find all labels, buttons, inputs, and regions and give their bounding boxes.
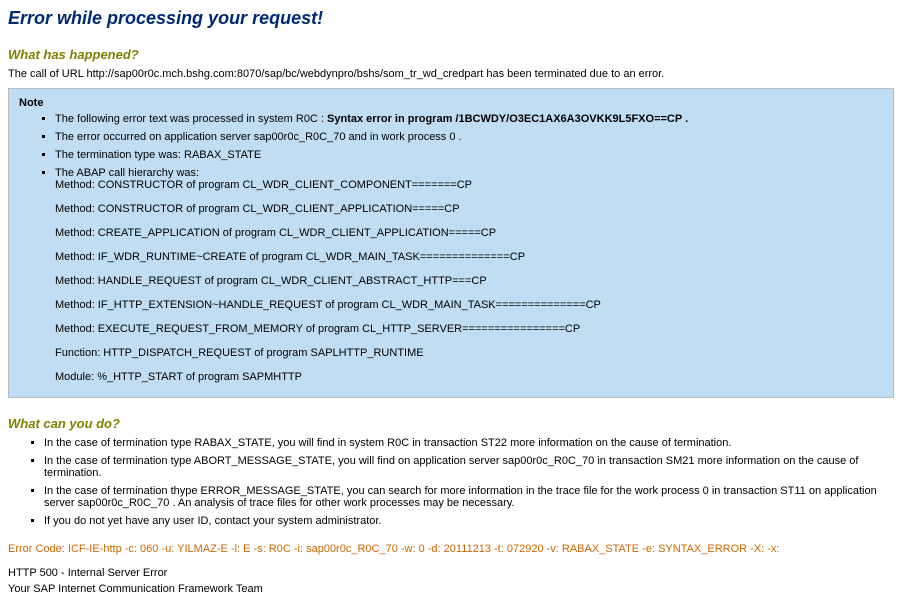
note-item-text: The ABAP call hierarchy was: xyxy=(55,167,199,179)
hierarchy-line: Module: %_HTTP_START of program SAPMHTTP xyxy=(55,371,883,383)
note-item-bold: Syntax error in program /1BCWDY/O3EC1AX6… xyxy=(327,113,688,125)
what-can-you-do-item: In the case of termination thype ERROR_M… xyxy=(44,485,894,509)
footer-team: Your SAP Internet Communication Framewor… xyxy=(8,583,894,595)
what-can-you-do-item: In the case of termination type RABAX_ST… xyxy=(44,437,894,449)
hierarchy-line: Method: CREATE_APPLICATION of program CL… xyxy=(55,227,883,239)
what-can-you-do-item: If you do not yet have any user ID, cont… xyxy=(44,515,894,527)
note-box: Note The following error text was proces… xyxy=(8,88,894,398)
what-can-you-do-item: In the case of termination type ABORT_ME… xyxy=(44,455,894,479)
note-item: The following error text was processed i… xyxy=(55,113,883,125)
note-item: The error occurred on application server… xyxy=(55,131,883,143)
hierarchy-line: Method: HANDLE_REQUEST of program CL_WDR… xyxy=(55,275,883,287)
error-code: Error Code: ICF-IE-http -c: 060 -u: YILM… xyxy=(8,543,894,555)
note-title: Note xyxy=(19,97,883,109)
what-can-you-do-list: In the case of termination type RABAX_ST… xyxy=(8,437,894,527)
note-item-prefix: The following error text was processed i… xyxy=(55,113,327,125)
hierarchy-line: Function: HTTP_DISPATCH_REQUEST of progr… xyxy=(55,347,883,359)
page-title: Error while processing your request! xyxy=(8,8,894,29)
section-what-happened-heading: What has happened? xyxy=(8,47,894,62)
hierarchy-line: Method: IF_WDR_RUNTIME~CREATE of program… xyxy=(55,251,883,263)
section-what-happened-text: The call of URL http://sap00r0c.mch.bshg… xyxy=(8,68,894,80)
hierarchy-line: Method: CONSTRUCTOR of program CL_WDR_CL… xyxy=(55,203,883,215)
hierarchy-line: Method: CONSTRUCTOR of program CL_WDR_CL… xyxy=(55,179,883,191)
hierarchy-line: Method: IF_HTTP_EXTENSION~HANDLE_REQUEST… xyxy=(55,299,883,311)
http-status: HTTP 500 - Internal Server Error xyxy=(8,567,894,579)
note-item: The ABAP call hierarchy was:Method: CONS… xyxy=(55,167,883,383)
hierarchy-line: Method: EXECUTE_REQUEST_FROM_MEMORY of p… xyxy=(55,323,883,335)
note-list: The following error text was processed i… xyxy=(19,113,883,383)
note-item: The termination type was: RABAX_STATE xyxy=(55,149,883,161)
section-what-can-you-do-heading: What can you do? xyxy=(8,416,894,431)
